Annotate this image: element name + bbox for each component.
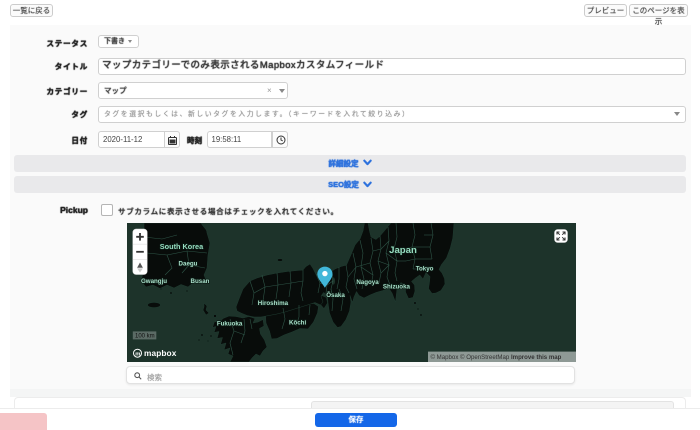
svg-text:Tokyo: Tokyo [416,266,434,273]
svg-text:Daegu: Daegu [179,261,198,268]
svg-text:South Korea: South Korea [160,242,204,251]
svg-text:Ōsaka: Ōsaka [326,292,345,299]
svg-text:100 km: 100 km [135,334,155,340]
svg-text:Japan: Japan [389,245,417,256]
svg-text:m: m [135,351,140,357]
svg-text:Shizuoka: Shizuoka [383,284,411,291]
svg-text:mapbox: mapbox [144,348,177,358]
svg-text:Gwangju: Gwangju [141,278,167,285]
svg-text:Hiroshima: Hiroshima [258,300,289,307]
svg-text:Busan: Busan [191,278,210,285]
svg-text:Kōchi: Kōchi [289,320,306,327]
svg-text:© Mapbox © OpenStreetMap Impro: © Mapbox © OpenStreetMap Improve this ma… [431,354,562,361]
svg-text:Fukuoka: Fukuoka [217,321,243,328]
svg-text:Nagoya: Nagoya [356,279,379,286]
